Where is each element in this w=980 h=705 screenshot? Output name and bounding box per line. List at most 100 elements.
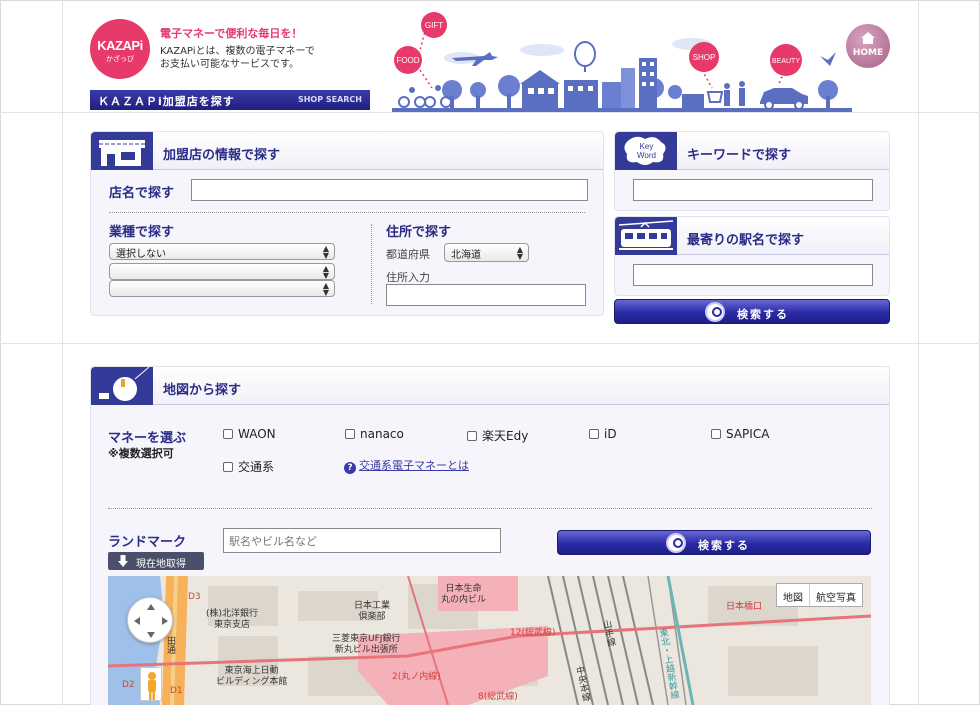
station-input[interactable] [633,264,873,286]
checkbox-rakuten-edy-label: 楽天Edy [482,429,529,443]
prefecture-label: 都道府県 [386,248,430,261]
map-label-bank: (株)北洋銀行 東京支店 [206,609,258,631]
pan-control[interactable] [127,597,173,643]
checkbox-rakuten-edy[interactable]: 楽天Edy [467,427,528,444]
map-search-button-label: 検索する [698,539,750,552]
map-label-kogyo: 日本工業 倶楽部 [354,590,390,623]
home-button[interactable]: HOME [846,24,890,68]
guide-top [0,112,980,113]
updown-arrow-icon: ▲ ▼ [322,244,329,260]
prefecture-select-value: 北海道 [451,250,481,261]
keyword-header: Key Word キーワードで探す [615,132,889,170]
keyword-icon-text-2: Word [637,151,656,160]
logo-text: KAZAPi [97,38,143,53]
store-name-input[interactable] [191,179,588,201]
checkbox-transit[interactable]: 交通系 [223,458,274,475]
shop-search-bar: ＫＡＺＡＰi加盟店を探す SHOP SEARCH [90,90,370,110]
checkbox-box[interactable] [467,431,477,441]
checkbox-id[interactable]: iD [589,427,617,441]
keyword-input[interactable] [633,179,873,201]
checkbox-transit-label: 交通系 [238,460,275,474]
pan-arrows-icon [134,604,168,638]
checkbox-nanaco[interactable]: nanaco [345,427,404,441]
bubble-beauty: BEAUTY [772,58,800,65]
map-label-nihonbashi: 日本橋口 [726,602,763,612]
map-label-bank-name: (株)北洋銀行 [206,609,259,619]
shop-search-title: ＫＡＺＡＰi加盟店を探す [98,95,235,108]
map-label-seimei-1: 日本生命 [445,584,482,594]
map-type-satellite[interactable]: 航空写真 [810,584,862,609]
checkbox-box[interactable] [345,429,355,439]
checkbox-sapica[interactable]: SAPICA [711,427,769,441]
map-label-kogyo-2: 倶楽部 [358,612,386,622]
checkbox-box[interactable] [589,429,599,439]
city-illustration: GIFT FOOD SHOP BEAUTY [392,12,852,112]
checkbox-waon-label: WAON [238,427,276,441]
keyword-panel: Key Word キーワードで探す [614,131,890,211]
landmark-input[interactable]: 駅名やビル名など [223,528,501,553]
checkbox-nanaco-label: nanaco [360,427,404,441]
map-label-kaijo: 東京海上日動 ビルディング本館 [216,666,287,688]
map-label-marunouchi: 2(丸ノ内線) [392,672,441,682]
checkbox-box[interactable] [223,462,233,472]
landmark-label: ランドマーク [108,535,187,550]
search-button-label: 検索する [737,308,789,321]
guide-right [918,0,919,705]
map-label-kaijo-2: ビルディング本館 [216,677,288,687]
landmark-placeholder: 駅名やビル名など [229,535,317,548]
map-type-control: 地図 航空写真 [776,583,863,609]
map-label-ufj-2: 新丸ビル出張所 [334,645,398,655]
map-type-map[interactable]: 地図 [777,584,810,609]
map-view[interactable]: (株)北洋銀行 東京支店 日本工業 倶楽部 日本生命 丸の内ビル 三菱東京UFJ… [108,576,871,705]
map-label-exit-d1: D1 [170,686,183,696]
question-icon: ? [344,462,356,474]
updown-arrow-icon: ▲ ▼ [322,264,329,280]
store-info-title: 加盟店の情報で探す [163,148,281,163]
address-input[interactable] [386,284,586,306]
search-button[interactable]: 検索する [614,299,890,324]
address-label: 住所で探す [386,225,452,240]
current-location-label: 現在地取得 [136,559,186,570]
down-arrow-icon [118,555,128,567]
map-label-exit-d3: D3 [188,592,201,602]
address-input-label: 住所入力 [386,271,430,284]
checkbox-box[interactable] [223,429,233,439]
keyword-icon: Key Word [615,132,677,170]
map-label-ufj: 三菱東京UFJ銀行 新丸ビル出張所 [332,634,400,656]
category-select-2[interactable]: ▲ ▼ [109,263,335,280]
map-magnifier-icon [91,365,153,405]
guide-left [62,0,63,705]
search-icon [705,302,725,322]
home-label: HOME [852,48,884,58]
category-select-1[interactable]: 選択しない ▲ ▼ [109,243,335,260]
current-location-button[interactable]: 現在地取得 [108,552,204,570]
transit-help-text: 交通系電子マネーとは [359,459,469,472]
map-label-sobu-2: 8(総武線) [478,692,518,702]
train-icon [615,217,677,255]
transit-help-link[interactable]: ? 交通系電子マネーとは [344,458,477,474]
map-label-kogyo-1: 日本工業 [354,601,391,611]
map-search-button[interactable]: 検索する [557,530,871,555]
store-info-header: 加盟店の情報で探す [91,132,603,170]
map-search-title: 地図から探す [163,383,242,398]
shop-search-sub: SHOP SEARCH [297,95,362,104]
keyword-title: キーワードで探す [687,148,792,163]
street-view-pegman[interactable] [140,667,162,701]
guide-mid [0,343,980,344]
store-name-label: 店名で探す [109,186,175,201]
pegman-icon [148,672,156,700]
checkbox-box[interactable] [711,429,721,439]
checkbox-waon[interactable]: WAON [223,427,276,441]
bubble-gift: GIFT [425,21,443,30]
station-header: 最寄りの駅名で探す [615,217,889,255]
kazapi-logo[interactable]: KAZAPi かざっぴ [90,19,150,79]
category-select-3[interactable]: ▲ ▼ [109,280,335,297]
money-note: ※複数選択可 [108,447,174,460]
store-info-panel: 加盟店の情報で探す 店名で探す 業種で探す 選択しない ▲ ▼ ▲ ▼ ▲ ▼ 住所で… [90,131,604,316]
intro-line-2: お支払い可能なサービスです。 [160,59,299,70]
prefecture-select[interactable]: 北海道 ▲ ▼ [444,243,529,262]
checkbox-sapica-label: SAPICA [726,427,770,441]
updown-arrow-icon: ▲ ▼ [516,245,523,261]
map-label-seimei-2: 丸の内ビル [441,595,487,605]
station-title: 最寄りの駅名で探す [687,233,805,248]
